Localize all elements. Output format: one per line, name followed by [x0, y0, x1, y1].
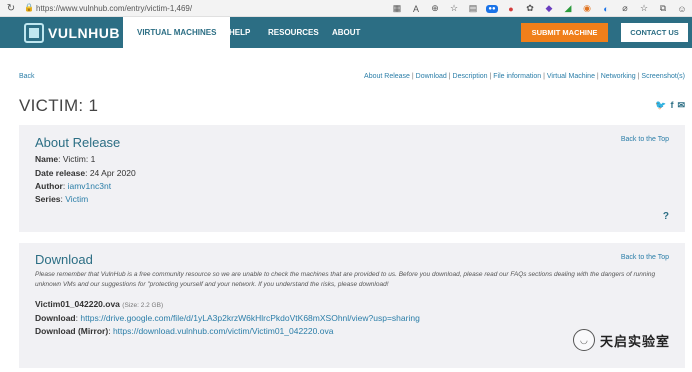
- about-release-panel: About Release Back to the Top Name: Vict…: [19, 125, 685, 232]
- qr-code-icon[interactable]: ▦: [391, 3, 403, 15]
- logo-mark-icon: [24, 23, 44, 43]
- back-to-top-link[interactable]: Back to the Top: [621, 136, 669, 143]
- download-notice: Please remember that VulnHub is a free c…: [35, 271, 656, 288]
- tab-about[interactable]: ABOUT: [332, 17, 360, 48]
- extension-pill-icon[interactable]: ●●: [486, 3, 498, 15]
- link-about-release[interactable]: About Release: [364, 73, 410, 80]
- date-field: Date release: 24 Apr 2020: [35, 168, 136, 178]
- extension-clip-icon[interactable]: ⌀: [619, 3, 631, 15]
- file-field: Victim01_042220.ova (Size: 2.2 GB): [35, 299, 163, 309]
- tab-virtual-machines[interactable]: VIRTUAL MACHINES: [123, 17, 231, 48]
- tab-resources[interactable]: RESOURCES: [268, 17, 319, 48]
- facebook-icon[interactable]: f: [670, 100, 673, 111]
- back-to-top-link[interactable]: Back to the Top: [621, 254, 669, 261]
- profile-icon[interactable]: ☺: [676, 3, 688, 15]
- date-value: 24 Apr 2020: [89, 168, 136, 178]
- link-file-information[interactable]: File information: [493, 73, 541, 80]
- reader-mode-icon[interactable]: ▤: [467, 3, 479, 15]
- watermark: ◡ 天启实验室: [572, 329, 670, 351]
- download-label: Download: [35, 313, 76, 323]
- contact-us-button[interactable]: CONTACT US: [621, 23, 688, 42]
- refresh-icon[interactable]: ↻: [4, 1, 18, 15]
- tab-help[interactable]: HELP: [229, 17, 250, 48]
- collections-icon[interactable]: ⧉: [657, 3, 669, 15]
- name-value: Victim: 1: [62, 154, 96, 164]
- extension-blue-icon[interactable]: ◐: [600, 3, 612, 15]
- about-release-heading: About Release: [35, 135, 121, 150]
- series-field: Series: Victim: [35, 194, 89, 204]
- watermark-text: 天启实验室: [599, 333, 670, 349]
- vulnhub-logo[interactable]: VULNHUB: [24, 23, 120, 43]
- twitter-icon[interactable]: 🐦: [655, 100, 666, 111]
- link-screenshots[interactable]: Screenshot(s): [641, 73, 685, 80]
- extension-red-icon[interactable]: ●: [505, 3, 517, 15]
- zoom-icon[interactable]: ⊕: [429, 3, 441, 15]
- help-question-icon[interactable]: ?: [663, 211, 669, 222]
- favorites-icon[interactable]: ☆: [638, 3, 650, 15]
- author-label: Author: [35, 181, 63, 191]
- wechat-icon: ◡: [572, 329, 595, 351]
- extension-gear-icon[interactable]: ✿: [524, 3, 536, 15]
- mirror-field: Download (Mirror): https://download.vuln…: [35, 326, 334, 336]
- series-label: Series: [35, 194, 61, 204]
- series-link[interactable]: Victim: [65, 194, 88, 204]
- date-label: Date release: [35, 168, 86, 178]
- url-text[interactable]: https://www.vulnhub.com/entry/victim-1,4…: [36, 4, 192, 13]
- mirror-url-link[interactable]: https://download.vulnhub.com/victim/Vict…: [113, 326, 334, 336]
- browser-extensions: ▦ A ⊕ ☆ ▤ ●● ● ✿ ◆ ◢ ◉ ◐ ⌀ ☆ ⧉ ☺: [391, 1, 688, 16]
- extension-orange-icon[interactable]: ◉: [581, 3, 593, 15]
- favorite-star-icon[interactable]: ☆: [448, 3, 460, 15]
- link-description[interactable]: Description: [453, 73, 488, 80]
- name-label: Name: [35, 154, 59, 164]
- section-links: About Release | Download | Description |…: [364, 73, 685, 80]
- address-bar[interactable]: 🔒 https://www.vulnhub.com/entry/victim-1…: [24, 2, 192, 15]
- file-size: (Size: 2.2 GB): [122, 302, 164, 309]
- author-field: Author: iamv1nc3nt: [35, 181, 112, 191]
- mirror-label: Download (Mirror): [35, 326, 109, 336]
- link-virtual-machine[interactable]: Virtual Machine: [547, 73, 595, 80]
- logo-text: VULNHUB: [48, 25, 120, 41]
- submit-machine-button[interactable]: SUBMIT MACHINE: [521, 23, 608, 42]
- file-name: Victim01_042220.ova: [35, 299, 120, 309]
- email-icon[interactable]: ✉: [677, 100, 685, 111]
- download-url-link[interactable]: https://drive.google.com/file/d/1yLA3p2k…: [80, 313, 419, 323]
- share-icons: 🐦 f ✉: [655, 100, 685, 111]
- site-navbar: VULNHUB VIRTUAL MACHINES HELP RESOURCES …: [0, 17, 692, 48]
- extension-purple-icon[interactable]: ◆: [543, 3, 555, 15]
- download-heading: Download: [35, 252, 93, 267]
- back-link[interactable]: Back: [19, 73, 35, 80]
- read-aloud-icon[interactable]: A: [410, 3, 422, 15]
- link-download[interactable]: Download: [416, 73, 447, 80]
- author-link[interactable]: iamv1nc3nt: [68, 181, 111, 191]
- page-title: VICTIM: 1: [19, 96, 99, 115]
- extension-green-icon[interactable]: ◢: [562, 3, 574, 15]
- download-field: Download: https://drive.google.com/file/…: [35, 313, 420, 323]
- name-field: Name: Victim: 1: [35, 154, 96, 164]
- browser-toolbar: ↻ 🔒 https://www.vulnhub.com/entry/victim…: [0, 0, 692, 17]
- link-networking[interactable]: Networking: [601, 73, 636, 80]
- lock-icon: 🔒: [24, 3, 34, 12]
